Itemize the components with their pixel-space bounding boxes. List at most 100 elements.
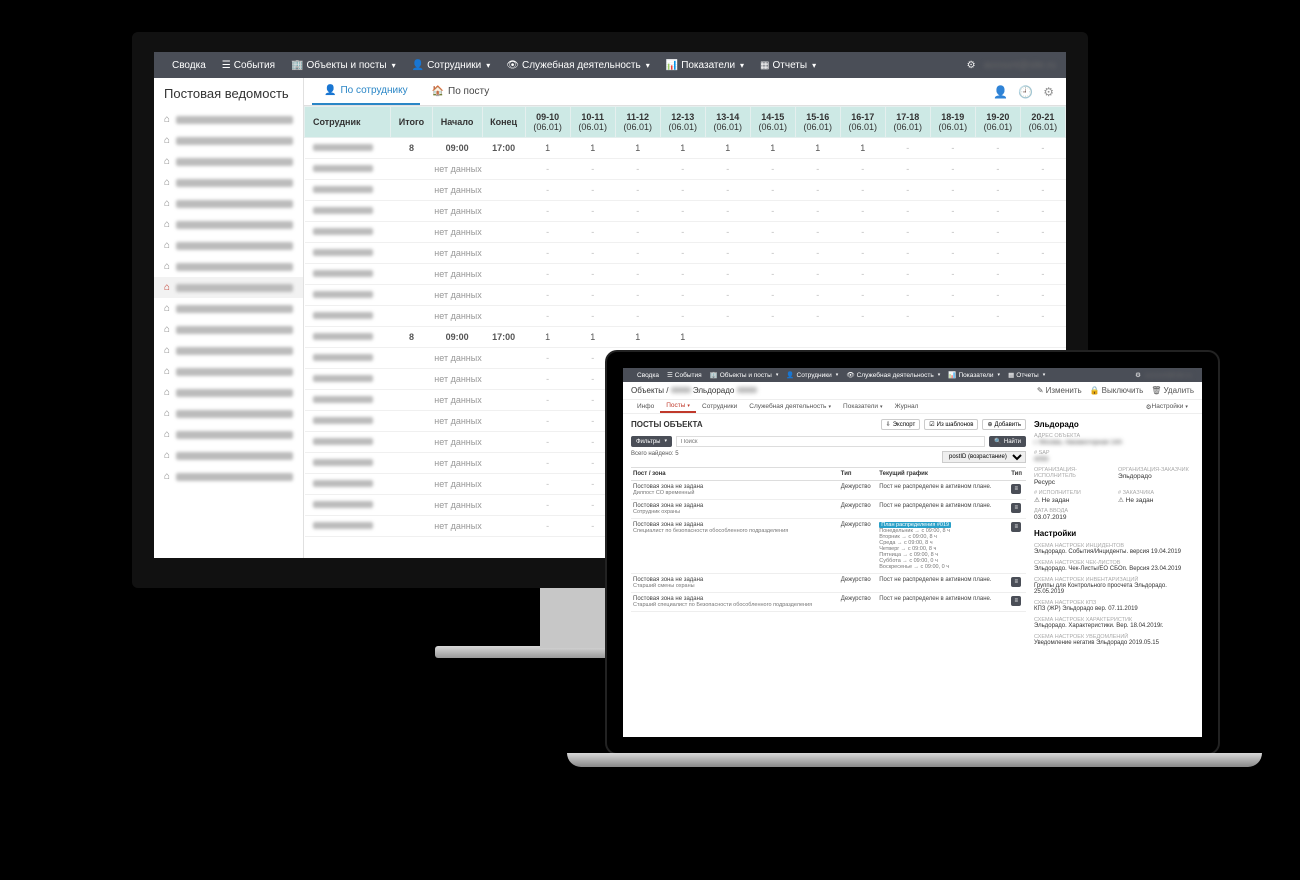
l-gear-icon[interactable]: ⚙ [1135, 371, 1141, 379]
tab-duty[interactable]: Служебная деятельность [743, 400, 837, 413]
l-account-label[interactable]: account@site.ru [1145, 372, 1192, 379]
sidebar-item[interactable]: ⌂ [154, 319, 303, 340]
sidebar-item[interactable]: ⌂ [154, 235, 303, 256]
home-icon: ⌂ [164, 471, 170, 482]
tab-kpi[interactable]: Показатели [837, 400, 889, 413]
sidebar-item[interactable]: ⌂ [154, 193, 303, 214]
home-icon: ⌂ [164, 240, 170, 251]
th-zone: Пост / зона [631, 468, 839, 481]
sidebar-item[interactable]: ⌂ [154, 151, 303, 172]
sidebar-item[interactable]: ⌂ [154, 277, 303, 298]
table-row[interactable]: нет данных------------ [305, 243, 1066, 264]
tab-employees[interactable]: Сотрудники [696, 400, 743, 413]
sidebar-item[interactable]: ⌂ [154, 403, 303, 424]
home-icon: ⌂ [164, 303, 170, 314]
nav-events[interactable]: ☰ События [214, 52, 283, 78]
delete-button[interactable]: 🗑 Удалить [1151, 386, 1194, 395]
table-row[interactable]: нет данных------------ [305, 180, 1066, 201]
tab-settings[interactable]: ⚙ Настройки [1140, 400, 1194, 413]
row-menu-icon[interactable]: ≡ [1011, 596, 1021, 606]
home-icon: ⌂ [164, 261, 170, 272]
l-nav-events[interactable]: ☰ События [663, 368, 706, 382]
sidebar-item[interactable]: ⌂ [154, 214, 303, 235]
posts-panel: ПОСТЫ ОБЪЕКТА ⇩ Экспорт ☑ Из шаблонов ⊕ … [631, 420, 1026, 646]
home-icon: ⌂ [164, 429, 170, 440]
add-button[interactable]: ⊕ Добавить [982, 419, 1026, 430]
template-button[interactable]: ☑ Из шаблонов [924, 419, 978, 430]
breadcrumb-current: Эльдорадо [693, 386, 734, 395]
view-tabs: 👤 По сотруднику 🏠 По посту 👤 🕘 ⚙ [304, 78, 1066, 106]
l-nav-summary[interactable]: Сводка [633, 368, 663, 382]
table-row[interactable]: нет данных------------ [305, 201, 1066, 222]
find-button[interactable]: 🔍 Найти [989, 436, 1026, 447]
user-icon[interactable]: 👤 [993, 85, 1008, 99]
table-row[interactable]: Постовая зона не заданаСотрудник охраныД… [631, 500, 1026, 519]
tab-by-post[interactable]: 🏠 По посту [420, 78, 502, 105]
th-type2: Тип [1009, 468, 1026, 481]
filters-button[interactable]: Фильтры [631, 436, 672, 447]
sidebar-item[interactable]: ⌂ [154, 298, 303, 319]
nav-summary[interactable]: Сводка [164, 52, 214, 78]
table-row[interactable]: Постовая зона не заданаДилпост СО времен… [631, 481, 1026, 500]
sidebar-item[interactable]: ⌂ [154, 424, 303, 445]
total-found: Всего найдено: 5 [631, 451, 679, 463]
home-icon: ⌂ [164, 114, 170, 125]
home-icon: ⌂ [164, 324, 170, 335]
table-row[interactable]: Постовая зона не заданаСтарший специалис… [631, 593, 1026, 612]
home-icon: ⌂ [164, 198, 170, 209]
row-menu-icon[interactable]: ≡ [1011, 484, 1021, 494]
disable-button[interactable]: 🔒 Выключить [1090, 386, 1144, 395]
row-menu-icon[interactable]: ≡ [1011, 577, 1021, 587]
row-menu-icon[interactable]: ≡ [1011, 503, 1021, 513]
gear-icon[interactable]: ⚙ [967, 60, 976, 71]
nav-reports[interactable]: ▦ Отчеты [752, 52, 824, 78]
sidebar-item[interactable]: ⌂ [154, 340, 303, 361]
tab-by-employee[interactable]: 👤 По сотруднику [312, 78, 420, 105]
table-row[interactable]: Постовая зона не заданаСпециалист по без… [631, 519, 1026, 574]
nav-kpi[interactable]: 📊 Показатели [658, 52, 752, 78]
search-input[interactable] [676, 436, 986, 447]
clock-icon[interactable]: 🕘 [1018, 85, 1033, 99]
l-nav-duty[interactable]: 👁 Служебная деятельность [842, 368, 944, 382]
tab-posts[interactable]: Посты [660, 400, 696, 413]
sidebar-item[interactable]: ⌂ [154, 172, 303, 193]
home-icon: ⌂ [164, 366, 170, 377]
table-row[interactable]: 809:0017:001111 [305, 327, 1066, 348]
gear-icon-2[interactable]: ⚙ [1043, 85, 1054, 99]
home-icon: ⌂ [164, 156, 170, 167]
l-nav-employees[interactable]: 👤 Сотрудники [782, 368, 842, 382]
th-schedule: Текущий график [877, 468, 1009, 481]
table-row[interactable]: нет данных------------ [305, 306, 1066, 327]
laptop-base [567, 753, 1262, 767]
row-menu-icon[interactable]: ≡ [1011, 522, 1021, 532]
l-nav-reports[interactable]: ▦ Отчеты [1004, 368, 1049, 382]
l-nav-kpi[interactable]: 📊 Показатели [944, 368, 1004, 382]
nav-objects[interactable]: 🏢 Объекты и посты [283, 52, 404, 78]
sidebar-item[interactable]: ⌂ [154, 361, 303, 382]
export-button[interactable]: ⇩ Экспорт [881, 419, 921, 430]
sidebar-item[interactable]: ⌂ [154, 445, 303, 466]
table-row[interactable]: 809:0017:0011111111---- [305, 138, 1066, 159]
tab-journal[interactable]: Журнал [889, 400, 925, 413]
table-row[interactable]: нет данных------------ [305, 159, 1066, 180]
nav-duty[interactable]: 👁 Служебная деятельность [498, 52, 657, 78]
sidebar-item[interactable]: ⌂ [154, 466, 303, 487]
table-row[interactable]: нет данных------------ [305, 222, 1066, 243]
breadcrumb-bar: Объекты / Эльдорадо ✎ Изменить 🔒 Выключи… [623, 382, 1202, 400]
breadcrumb-root[interactable]: Объекты [631, 386, 664, 395]
account-label[interactable]: account@site.ru [984, 60, 1056, 71]
nav-employees[interactable]: 👤 Сотрудники [404, 52, 499, 78]
home-icon: ⌂ [164, 219, 170, 230]
sidebar-item[interactable]: ⌂ [154, 256, 303, 277]
tab-info[interactable]: Инфо [631, 400, 660, 413]
table-row[interactable]: нет данных------------ [305, 285, 1066, 306]
sidebar-item[interactable]: ⌂ [154, 130, 303, 151]
th-type: Тип [839, 468, 877, 481]
sort-select[interactable]: postID (возрастание) [942, 451, 1026, 463]
table-row[interactable]: Постовая зона не заданаСтарший смены охр… [631, 574, 1026, 593]
sidebar-item[interactable]: ⌂ [154, 382, 303, 403]
sidebar-item[interactable]: ⌂ [154, 109, 303, 130]
table-row[interactable]: нет данных------------ [305, 264, 1066, 285]
edit-button[interactable]: ✎ Изменить [1037, 386, 1082, 395]
l-nav-objects[interactable]: 🏢 Объекты и посты [706, 368, 783, 382]
